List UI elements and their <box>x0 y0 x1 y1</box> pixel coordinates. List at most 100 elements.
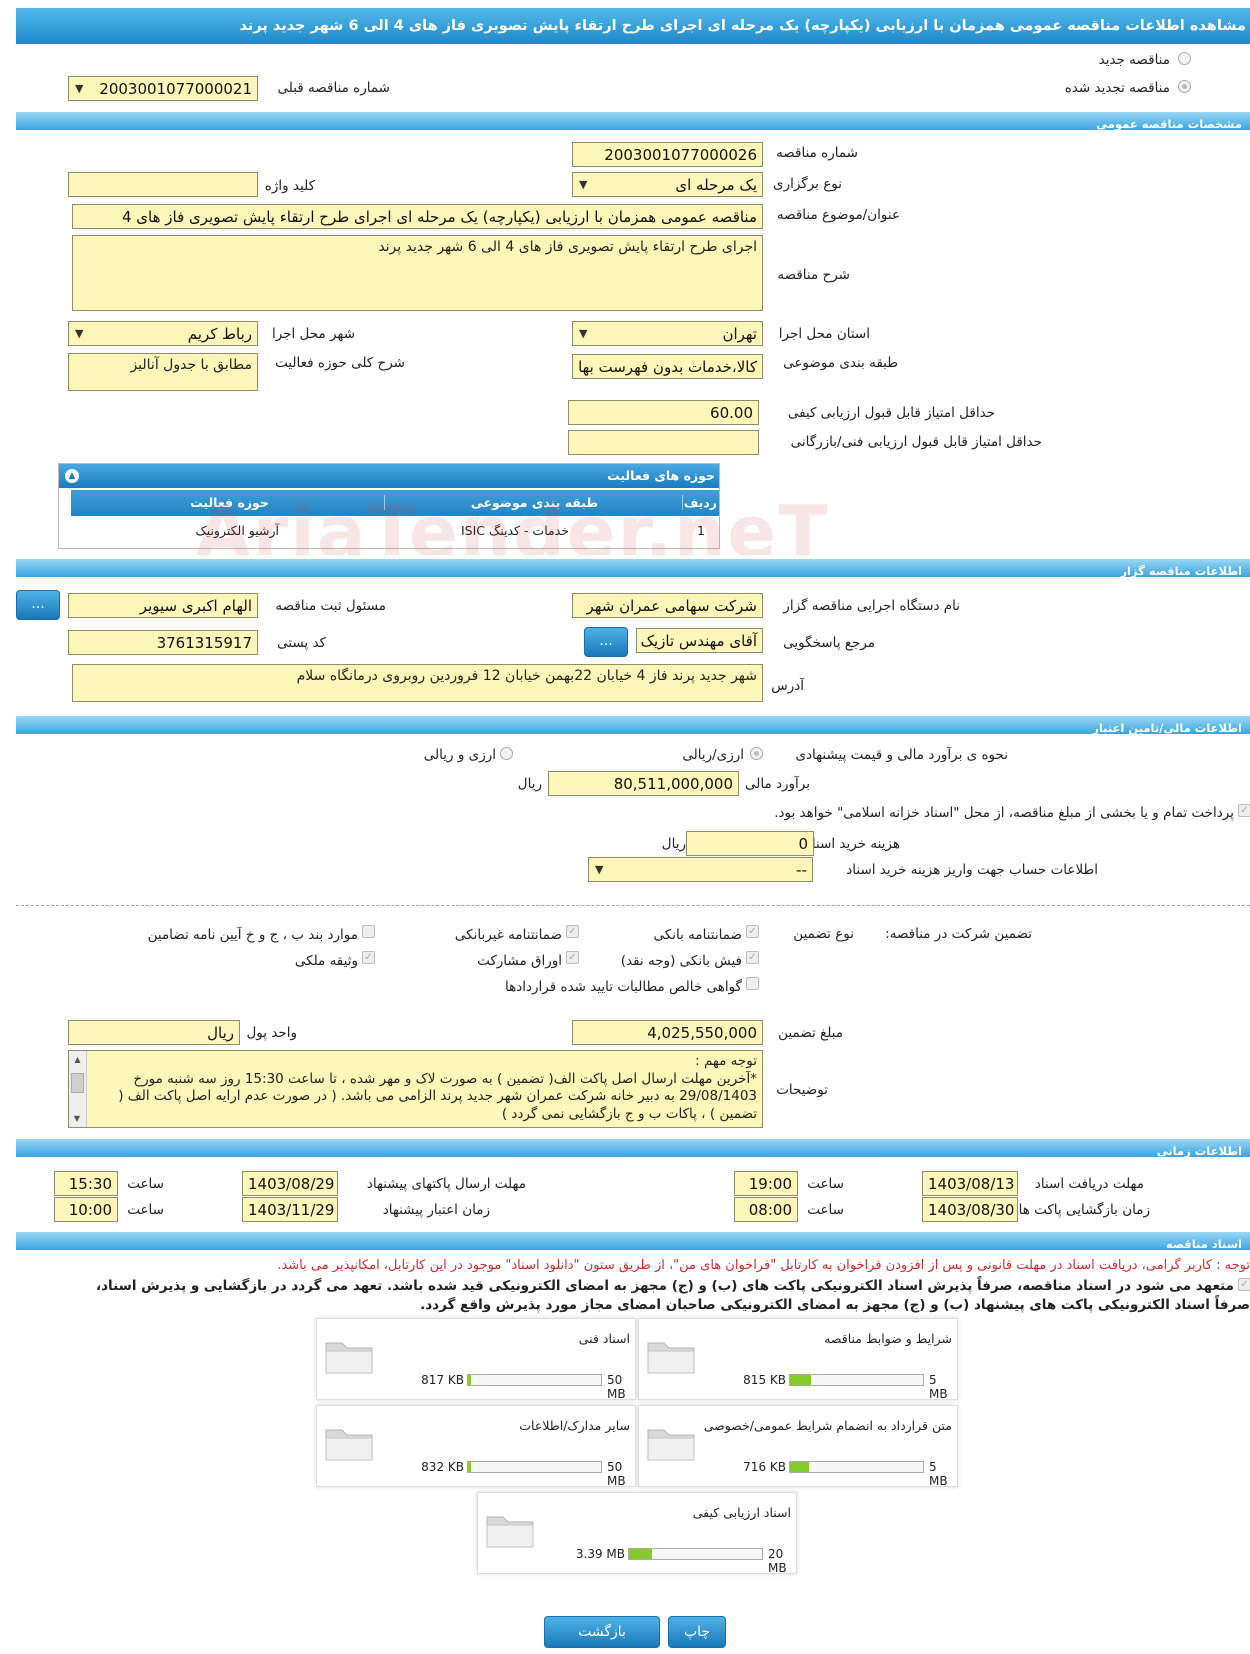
rial-radio-label: ارزی/ریالی <box>682 747 744 763</box>
currency-radio-label: ارزی و ریالی <box>423 747 496 763</box>
file-card[interactable]: اسناد فنی 817 KB 50 MB <box>316 1318 636 1401</box>
method-label: نحوه ی برآورد مالی و قیمت پیشنهادی <box>795 747 1008 763</box>
activity-desc-field[interactable]: مطابق با جدول آنالیز <box>68 353 258 391</box>
open-time[interactable]: 08:00 <box>734 1197 798 1222</box>
subject-field[interactable]: مناقصه عمومی همزمان با ارزیابی (یکپارچه)… <box>72 204 763 229</box>
type-select[interactable]: ▼ یک مرحله ای <box>572 172 763 197</box>
send-date[interactable]: 1403/08/29 <box>242 1171 338 1196</box>
receive-date[interactable]: 1403/08/13 <box>922 1171 1018 1196</box>
file-title: اسناد فنی <box>578 1331 630 1346</box>
account-select[interactable]: ▼ -- <box>588 857 813 882</box>
reference-more-button[interactable]: ... <box>584 627 628 657</box>
prev-number-select[interactable]: ▼ 2003001077000021 <box>68 76 258 101</box>
renewed-tender-radio[interactable] <box>1178 80 1191 93</box>
collapse-icon[interactable]: ▲ <box>65 469 79 483</box>
postal-field[interactable]: 3761315917 <box>68 630 258 655</box>
file-max: 50 MB <box>607 1373 626 1401</box>
file-card[interactable]: اسناد ارزیابی کیفی 3.39 MB 20 MB <box>477 1492 797 1575</box>
min-tech-field[interactable] <box>568 430 759 455</box>
scrollbar[interactable]: ▲ ▼ <box>69 1051 87 1127</box>
folder-icon <box>647 1342 695 1374</box>
keyword-field[interactable] <box>68 172 258 197</box>
doc-cost-field[interactable]: 0 <box>686 831 814 856</box>
scroll-down-icon[interactable]: ▼ <box>69 1110 86 1128</box>
g5-label: اوراق مشارکت <box>477 953 562 969</box>
send-time[interactable]: 15:30 <box>54 1171 118 1196</box>
file-max: 5 MB <box>929 1460 948 1488</box>
file-progress <box>789 1461 924 1473</box>
file-progress <box>467 1374 602 1386</box>
new-tender-label: مناقصه جدید <box>1098 52 1170 68</box>
address-field[interactable]: شهر جدید پرند فاز 4 خیابان 22بهمن خیابان… <box>72 664 763 702</box>
receive-label: مهلت دریافت اسناد <box>1034 1176 1144 1192</box>
valid-time-label: ساعت <box>127 1202 164 1218</box>
chevron-down-icon: ▼ <box>75 82 84 95</box>
rial-radio[interactable] <box>750 747 763 760</box>
scroll-thumb[interactable] <box>71 1072 84 1093</box>
g3-checkbox[interactable] <box>362 925 375 938</box>
g1-checkbox[interactable]: ✓ <box>746 925 759 938</box>
file-card[interactable]: سایر مدارک/اطلاعات 832 KB 50 MB <box>316 1405 636 1488</box>
treasury-checkbox[interactable]: ✓ <box>1238 804 1250 817</box>
g6-label: وثیقه ملکی <box>294 953 358 969</box>
file-size: 716 KB <box>743 1460 786 1474</box>
back-button[interactable]: بازگشت <box>544 1616 660 1648</box>
number-field[interactable]: 2003001077000026 <box>572 142 763 167</box>
file-size: 832 KB <box>421 1460 464 1474</box>
type-label: نوع برگزاری <box>773 176 842 192</box>
subject-label: عنوان/موضوع مناقصه <box>776 207 900 223</box>
valid-date[interactable]: 1403/11/29 <box>242 1197 338 1222</box>
file-size: 3.39 MB <box>575 1547 625 1561</box>
estimate-field[interactable]: 80,511,000,000 <box>548 771 739 796</box>
folder-icon <box>325 1342 373 1374</box>
postal-label: کد پستی <box>277 635 326 651</box>
g2-checkbox[interactable]: ✓ <box>566 925 579 938</box>
min-quality-field[interactable]: 60.00 <box>568 400 759 425</box>
g7-checkbox[interactable] <box>746 977 759 990</box>
desc-field[interactable]: اجرای طرح ارتقاء پایش تصویری فاز های 4 ا… <box>72 235 763 311</box>
province-select[interactable]: ▼ تهران <box>572 321 763 346</box>
folder-icon <box>486 1516 534 1548</box>
send-time-label: ساعت <box>127 1176 164 1192</box>
folder-icon <box>325 1429 373 1461</box>
unit-label: واحد پول <box>246 1025 297 1041</box>
guarantee-type-label: نوع تضمین <box>793 926 854 942</box>
org-field[interactable]: شرکت سهامی عمران شهر <box>572 593 763 618</box>
g3-label: موارد بند ب ، ج و خ آیین نامه تضامین <box>147 927 358 943</box>
city-select[interactable]: ▼ رباط کریم <box>68 321 258 346</box>
reference-field[interactable]: آقای مهندس تازیک <box>636 628 763 653</box>
g5-checkbox[interactable]: ✓ <box>566 951 579 964</box>
chevron-down-icon: ▼ <box>75 327 84 340</box>
file-size: 817 KB <box>421 1373 464 1387</box>
responsible-label: مسئول ثبت مناقصه <box>275 598 386 614</box>
address-label: آدرس <box>771 678 804 694</box>
g4-checkbox[interactable]: ✓ <box>746 951 759 964</box>
print-button[interactable]: چاپ <box>668 1616 726 1648</box>
commit-checkbox[interactable]: ✓ <box>1238 1278 1250 1291</box>
file-size: 815 KB <box>743 1373 786 1387</box>
g6-checkbox[interactable]: ✓ <box>362 951 375 964</box>
unit-field[interactable]: ریال <box>68 1020 240 1045</box>
commit-line1: متعهد می شود در اسناد مناقصه، صرفاً پذیر… <box>95 1278 1234 1294</box>
page-title: مشاهده اطلاعات مناقصه عمومی همزمان با ار… <box>16 8 1250 44</box>
chevron-down-icon: ▼ <box>579 178 588 191</box>
category-field[interactable]: کالا،خدمات بدون فهرست بها <box>572 354 763 379</box>
valid-time[interactable]: 10:00 <box>54 1197 118 1222</box>
notes-field[interactable]: توجه مهم : *آخرین مهلت ارسال اصل پاکت ال… <box>68 1050 763 1128</box>
file-max: 50 MB <box>607 1460 626 1488</box>
new-tender-radio[interactable] <box>1178 52 1191 65</box>
amount-field[interactable]: 4,025,550,000 <box>572 1020 763 1045</box>
responsible-field[interactable]: الهام اکبری سیویر <box>68 593 258 618</box>
file-max: 5 MB <box>929 1373 948 1401</box>
city-label: شهر محل اجرا <box>271 326 355 342</box>
file-card[interactable]: شرایط و ضوابط مناقصه 815 KB 5 MB <box>638 1318 958 1401</box>
notes-label: توضیحات <box>776 1082 828 1098</box>
scroll-up-icon[interactable]: ▲ <box>69 1051 86 1069</box>
receive-time[interactable]: 19:00 <box>734 1171 798 1196</box>
file-max: 20 MB <box>768 1547 787 1575</box>
currency-radio[interactable] <box>500 747 513 760</box>
file-card[interactable]: متن قرارداد به انضمام شرایط عمومی/خصوصی … <box>638 1405 958 1488</box>
responsible-more-button[interactable]: ... <box>16 590 60 620</box>
open-date[interactable]: 1403/08/30 <box>922 1197 1018 1222</box>
activity-panel-title: حوزه های فعالیت <box>607 468 715 483</box>
